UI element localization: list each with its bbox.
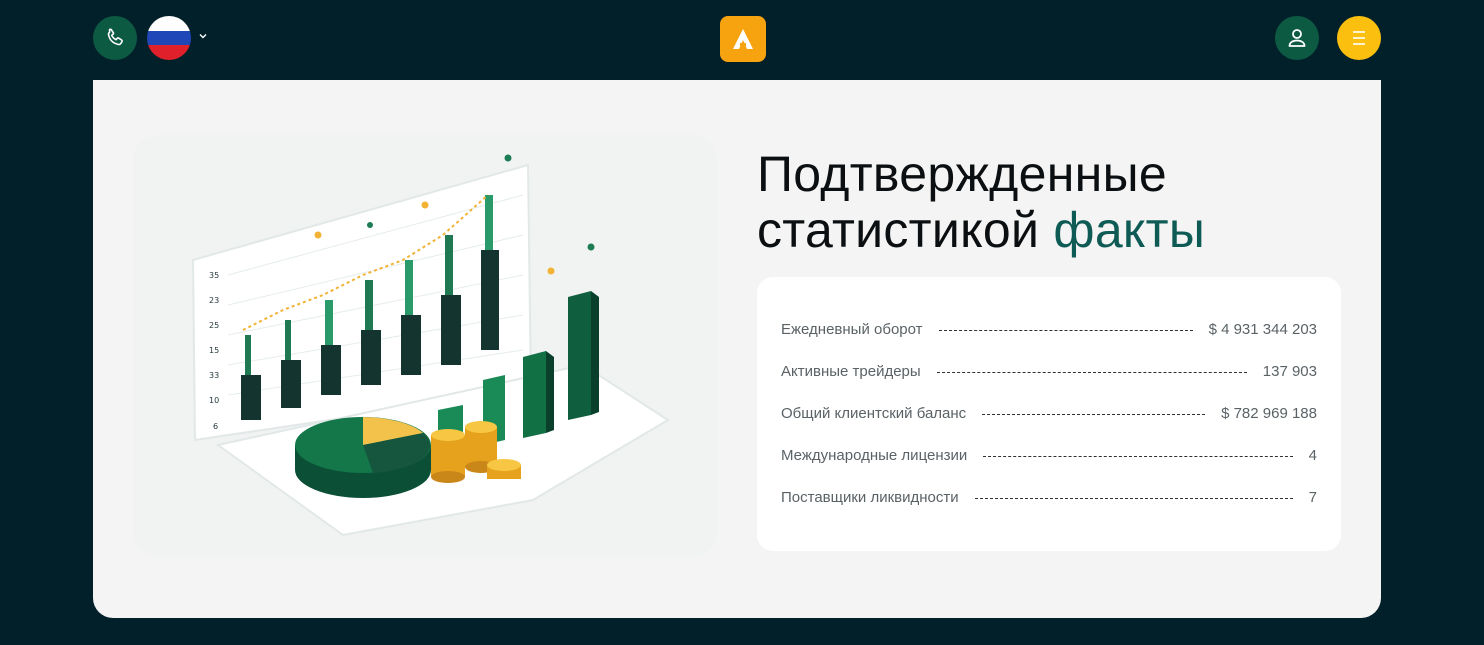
statistics-illustration: 35 23 25 15 33 10 6	[133, 135, 717, 557]
stat-leader-line	[938, 329, 1193, 331]
user-icon	[1288, 29, 1306, 47]
section-title: Подтвержденные статистикой факты	[757, 146, 1357, 258]
stat-row-daily-turnover: Ежедневный оборот $ 4 931 344 203	[781, 308, 1317, 350]
y-tick-5: 33	[209, 371, 219, 380]
y-tick-7: 6	[213, 422, 218, 431]
stats-3d-chart-image: 35 23 25 15 33 10 6	[191, 154, 670, 537]
title-line-2-prefix: статистикой	[757, 202, 1054, 258]
stat-value: 137 903	[1262, 362, 1317, 380]
stat-label: Поставщики ликвидности	[781, 488, 959, 506]
stat-row-licenses: Международные лицензии 4	[781, 434, 1317, 476]
stat-leader-line	[982, 413, 1206, 415]
stat-label: Активные трейдеры	[781, 362, 921, 380]
stat-label: Международные лицензии	[781, 446, 968, 464]
stat-leader-line	[974, 497, 1293, 499]
stat-label: Общий клиентский баланс	[781, 404, 967, 422]
menu-button[interactable]	[1337, 16, 1381, 60]
y-tick-3: 25	[209, 321, 219, 330]
y-tick-4: 15	[209, 346, 219, 355]
stat-value: 7	[1308, 488, 1317, 506]
brand-logo[interactable]	[720, 16, 766, 62]
title-line-1: Подтвержденные	[757, 146, 1167, 202]
stat-row-client-balance: Общий клиентский баланс $ 782 969 188	[781, 392, 1317, 434]
stat-label: Ежедневный оборот	[781, 320, 923, 338]
y-tick-1: 35	[209, 271, 219, 280]
stat-row-liquidity-providers: Поставщики ликвидности 7	[781, 476, 1317, 518]
language-selector[interactable]	[147, 16, 191, 60]
brand-logo-icon	[733, 29, 753, 49]
phone-button[interactable]	[93, 16, 137, 60]
account-button[interactable]	[1275, 16, 1319, 60]
y-tick-2: 23	[209, 296, 219, 305]
stat-value: 4	[1308, 446, 1317, 464]
stat-value: $ 782 969 188	[1221, 404, 1317, 422]
stat-leader-line	[983, 455, 1293, 457]
y-tick-6: 10	[209, 396, 219, 405]
russia-flag-icon	[147, 16, 191, 60]
hamburger-icon	[1353, 31, 1365, 45]
stat-row-active-traders: Активные трейдеры 137 903	[781, 350, 1317, 392]
stats-panel: Ежедневный оборот $ 4 931 344 203 Активн…	[757, 277, 1341, 551]
stat-leader-line	[936, 371, 1247, 373]
stat-value: $ 4 931 344 203	[1208, 320, 1317, 338]
phone-icon	[107, 28, 123, 46]
title-accent: факты	[1053, 202, 1206, 258]
top-bar	[0, 0, 1484, 80]
chevron-down-icon[interactable]	[197, 30, 209, 42]
